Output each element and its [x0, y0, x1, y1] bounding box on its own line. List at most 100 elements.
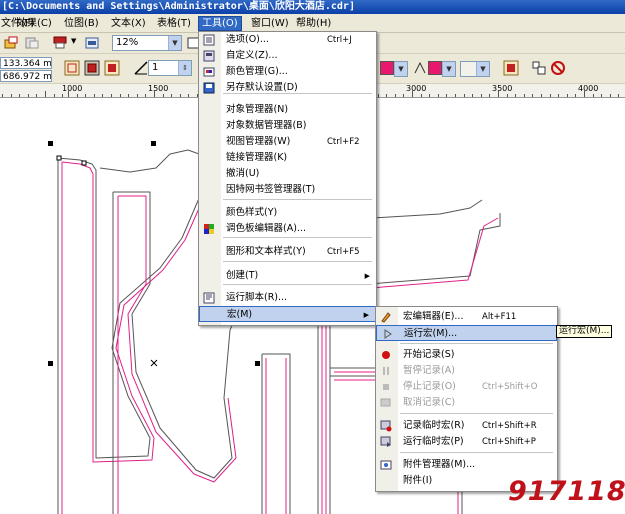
tools-menu-item-shortcut: Ctrl+F2	[327, 137, 360, 147]
tools-menu-item[interactable]: 图形和文本样式(Y) Ctrl+F5	[199, 244, 376, 260]
ruler-tick	[592, 94, 594, 97]
tools-menu-item[interactable]: 撤消(U)	[199, 166, 376, 182]
menu-window[interactable]: 窗口(W)	[248, 16, 292, 31]
wireframe-view-icon[interactable]	[64, 60, 80, 76]
tools-menu-item[interactable]: 选项(O)... Ctrl+J	[199, 32, 376, 48]
tools-menu-item[interactable]: 宏(M) ▶	[199, 306, 376, 322]
menu-tools[interactable]: 工具(O)	[198, 16, 242, 31]
pause-icon	[383, 367, 389, 375]
no-effect-icon[interactable]	[550, 60, 566, 76]
macro-menu-item-label: 附件(I)	[403, 475, 433, 486]
ruler-tick	[489, 94, 491, 97]
outline-width-spinner-icon[interactable]: ⇕	[178, 61, 191, 75]
convert-to-curves-icon[interactable]	[503, 60, 519, 76]
welcome-screen-icon[interactable]	[84, 35, 100, 51]
launcher-dropdown-icon[interactable]: ▼	[71, 37, 76, 45]
node-handle[interactable]	[81, 160, 87, 166]
line-style-dropdown-icon[interactable]: ▼	[476, 62, 489, 76]
macro-menu-item[interactable]: 取消记录(C)	[376, 395, 557, 411]
enhanced-view-icon[interactable]	[104, 60, 120, 76]
options-icon	[203, 34, 215, 46]
ruler-label: 1000	[62, 84, 83, 93]
macro-menu-item[interactable]: 运行宏(M)...	[376, 325, 557, 341]
zoom-level-select[interactable]: 12% ▼	[112, 35, 182, 51]
outline-color-dropdown[interactable]: ▼	[442, 61, 456, 77]
ruler-tick	[154, 91, 155, 97]
fill-color-swatch[interactable]	[380, 61, 394, 75]
macro-menu-item-label: 附件管理器(M)...	[403, 459, 476, 470]
macro-menu-item-label: 宏编辑器(E)...	[403, 311, 464, 322]
macro-editor-icon	[381, 312, 391, 323]
fill-color-dropdown[interactable]: ▼	[394, 61, 408, 77]
save-defaults-icon	[203, 82, 215, 94]
tools-menu-item[interactable]: 视图管理器(W) Ctrl+F2	[199, 134, 376, 150]
addon-manager-icon	[380, 460, 392, 470]
application-launcher-icon[interactable]	[52, 35, 68, 51]
macro-menu-item[interactable]: 暂停记录(A)	[376, 363, 557, 379]
fill-color-dropdown-icon[interactable]: ▼	[394, 62, 407, 76]
tools-menu-item[interactable]: 运行脚本(R)...	[199, 290, 376, 306]
tools-menu-item-label: 视图管理器(W)	[226, 136, 291, 147]
macro-menu-item[interactable]: 运行临时宏(P) Ctrl+Shift+P	[376, 434, 557, 450]
position-y-field[interactable]: 686.972 mm	[0, 70, 52, 82]
tools-menu-item-label: 链接管理器(K)	[226, 152, 288, 163]
macro-menu-item-label: 开始记录(S)	[403, 349, 455, 360]
outline-color-dropdown-icon[interactable]: ▼	[442, 62, 455, 76]
macro-menu-item[interactable]: 宏编辑器(E)... Alt+F11	[376, 309, 557, 325]
node-handle[interactable]	[56, 155, 62, 161]
tools-menu-item[interactable]: 自定义(Z)...	[199, 48, 376, 64]
ruler-tick	[446, 94, 448, 97]
selection-handle[interactable]	[48, 361, 53, 366]
position-x-field[interactable]: 133.364 mm	[0, 57, 52, 69]
macro-menu-item-shortcut: Alt+F11	[482, 312, 517, 322]
export-icon[interactable]	[24, 35, 40, 51]
normal-view-icon[interactable]	[84, 60, 100, 76]
tools-menu-item[interactable]: 颜色样式(Y)	[199, 205, 376, 221]
tools-menu-item[interactable]: 对象管理器(N)	[199, 102, 376, 118]
menu-table[interactable]: 表格(T)	[154, 16, 194, 31]
import-icon[interactable]	[3, 35, 19, 51]
zoom-dropdown-icon[interactable]: ▼	[168, 36, 181, 50]
outline-color-icon	[414, 61, 426, 74]
menu-separator	[223, 199, 372, 200]
macro-menu-item[interactable]: 开始记录(S)	[376, 347, 557, 363]
line-style-select[interactable]: ▼	[460, 61, 490, 77]
ruler-tick	[437, 94, 439, 97]
tools-menu-item[interactable]: 调色板编辑器(A)...	[199, 221, 376, 237]
macro-menu-item[interactable]: 附件管理器(M)...	[376, 457, 557, 473]
position-x-value: 133.364 mm	[3, 59, 52, 69]
selection-handle[interactable]	[48, 141, 53, 146]
selection-handle[interactable]	[255, 361, 260, 366]
ruler-tick	[566, 94, 568, 97]
menu-help[interactable]: 帮助(H)	[293, 16, 334, 31]
tools-menu-item-label: 对象数据管理器(B)	[226, 120, 307, 131]
ruler-tick	[506, 94, 508, 97]
ruler-tick	[584, 91, 585, 97]
tools-menu-item[interactable]: 链接管理器(K)	[199, 150, 376, 166]
tools-menu-item[interactable]: 创建(T) ▶	[199, 268, 376, 284]
menu-bitmaps[interactable]: 位图(B)	[61, 16, 102, 31]
ruler-tick	[188, 94, 190, 97]
color-management-icon	[203, 67, 215, 77]
submenu-arrow-icon: ▶	[364, 272, 370, 280]
ruler-tick	[136, 94, 138, 97]
selection-handle[interactable]	[151, 141, 156, 146]
ruler-tick	[498, 91, 499, 97]
menu-text[interactable]: 文本(X)	[108, 16, 149, 31]
tools-menu-item[interactable]: 因特网书签管理器(T)	[199, 182, 376, 198]
macro-menu-item[interactable]: 记录临时宏(R) Ctrl+Shift+R	[376, 418, 557, 434]
tools-menu-item[interactable]: 对象数据管理器(B)	[199, 118, 376, 134]
wrap-text-icon[interactable]	[531, 60, 547, 76]
menu-separator	[400, 413, 553, 414]
ruler-tick	[45, 91, 46, 97]
outline-width-input[interactable]: 1 ⇕	[148, 60, 192, 76]
macro-menu-item-label: 运行临时宏(P)	[403, 436, 464, 447]
menu-separator	[223, 261, 372, 262]
menu-effects[interactable]: 效果(C)	[14, 16, 55, 31]
macro-menu-item[interactable]: 停止记录(O) Ctrl+Shift+O	[376, 379, 557, 395]
tooltip-text: 运行宏(M)...	[559, 326, 610, 336]
tools-menu-item[interactable]: 颜色管理(G)...	[199, 64, 376, 80]
tools-menu-item-label: 创建(T)	[226, 270, 259, 281]
outline-color-swatch[interactable]	[428, 61, 442, 75]
center-mark-icon[interactable]	[150, 359, 158, 367]
